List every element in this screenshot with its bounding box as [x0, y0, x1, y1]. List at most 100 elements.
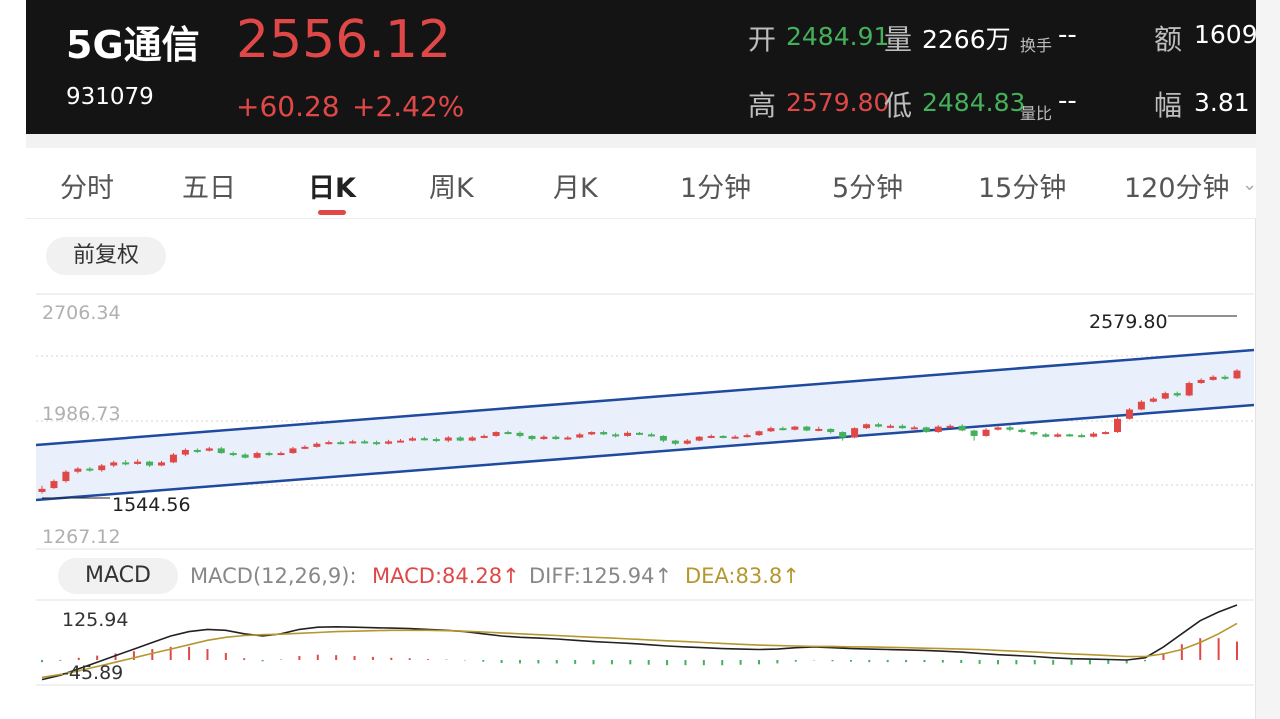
candle-body: [420, 438, 428, 441]
candle-body: [839, 432, 847, 438]
candle-body: [301, 446, 309, 449]
candle-body: [1078, 435, 1086, 438]
candle-body: [361, 441, 369, 444]
candle-body: [898, 425, 906, 429]
candle-body: [851, 428, 859, 438]
candle-body: [875, 424, 882, 427]
candle-body: [564, 437, 572, 440]
candle-body: [647, 434, 655, 437]
candle-body: [958, 425, 966, 431]
candle-body: [349, 441, 357, 444]
candle-body: [982, 429, 990, 436]
candle-body: [1042, 434, 1050, 437]
candle-body: [588, 432, 596, 435]
candle-body: [432, 439, 440, 442]
candle-body: [110, 462, 118, 466]
candle-body: [62, 471, 70, 482]
dea-value: DEA:83.8↑: [685, 564, 800, 588]
candle-body: [385, 441, 393, 444]
candle-body: [1018, 429, 1026, 433]
candle-body: [169, 454, 177, 463]
candle-body: [229, 453, 237, 456]
candle-body: [38, 488, 46, 492]
candle-body: [600, 432, 608, 435]
candle-body: [970, 430, 978, 436]
candle-body: [946, 425, 954, 428]
candle-body: [1149, 398, 1157, 402]
candle-body: [1197, 379, 1205, 384]
candle-body: [74, 468, 82, 472]
candle-body: [408, 438, 416, 441]
candle-body: [480, 435, 488, 438]
candle-body: [456, 437, 464, 441]
candle-body: [863, 424, 871, 429]
candle-body: [1125, 409, 1133, 419]
candle-body: [146, 461, 154, 466]
candle-body: [922, 427, 930, 433]
candle-body: [934, 426, 942, 433]
candle-body: [659, 435, 667, 441]
candle-body: [193, 449, 201, 452]
diff-value: DIFF:125.94↑: [529, 564, 673, 588]
candle-body: [528, 435, 536, 440]
candle-body: [181, 449, 189, 455]
macd-axis-label: -45.89: [62, 662, 123, 684]
candle-body: [205, 448, 213, 451]
candle-body: [217, 448, 225, 454]
candle-body: [1185, 383, 1193, 396]
candle-body: [1090, 433, 1098, 437]
candle-body: [468, 437, 476, 441]
candle-body: [1102, 432, 1110, 435]
candle-body: [516, 432, 524, 436]
candle-body: [1137, 401, 1145, 410]
candle-body: [1233, 370, 1241, 379]
candle-body: [86, 468, 94, 471]
candle-body: [695, 436, 703, 441]
candle-body: [683, 440, 691, 444]
candle-body: [1030, 432, 1038, 435]
macd-value: MACD:84.28↑: [372, 564, 520, 588]
price-axis-label: 1986.73: [42, 403, 121, 425]
macd-axis-label: 125.94: [62, 609, 128, 631]
candle-body: [576, 434, 584, 438]
candle-body: [158, 462, 165, 466]
max-marker-label: 2579.80: [1089, 311, 1168, 333]
candle-body: [671, 440, 679, 444]
candle-body: [337, 442, 345, 445]
candle-body: [552, 436, 560, 440]
candle-body: [444, 437, 452, 441]
candle-body: [1006, 427, 1014, 430]
candle-body: [265, 453, 273, 456]
candle-body: [1221, 376, 1229, 379]
macd-indicator-button[interactable]: MACD: [58, 558, 178, 594]
min-marker-label: 1544.56: [112, 494, 191, 516]
candle-body: [1161, 393, 1169, 399]
candle-body: [827, 428, 835, 433]
macd-histogram: [41, 638, 1238, 666]
dea-line: [41, 622, 1238, 679]
candle-body: [540, 436, 548, 440]
candle-body: [289, 448, 297, 454]
candle-body: [994, 427, 1002, 430]
candle-body: [755, 431, 763, 436]
candle-body: [910, 427, 918, 430]
macd-params: MACD(12,26,9):: [190, 564, 357, 588]
candle-body: [325, 442, 333, 445]
candle-body: [636, 432, 643, 435]
candle-body: [277, 453, 285, 456]
candle-body: [1209, 376, 1217, 380]
candle-body: [719, 435, 727, 438]
candle-body: [313, 443, 321, 447]
kline-chart: 2706.34 1986.73 1267.12 2579.80 1544.56 …: [35, 293, 1255, 686]
candle-body: [134, 461, 142, 464]
candle-body: [612, 434, 620, 437]
candle-body: [791, 426, 799, 430]
candle-body: [779, 428, 787, 431]
candle-body: [50, 481, 58, 489]
candle-body: [803, 426, 811, 431]
candle-body: [624, 432, 632, 436]
candle-body: [767, 428, 775, 432]
candle-body: [373, 442, 381, 445]
candle-body: [1066, 434, 1074, 437]
candle-body: [241, 454, 249, 458]
